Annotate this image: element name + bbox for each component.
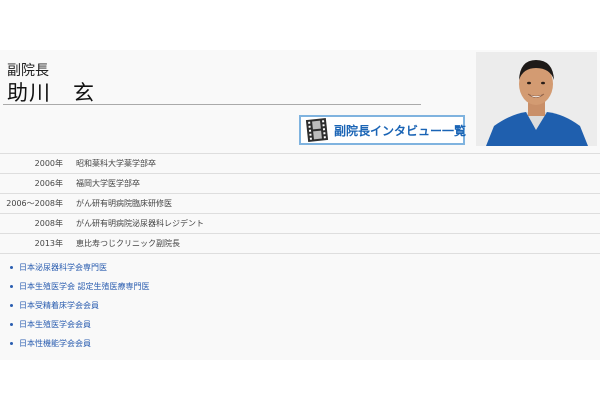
bullet-icon: [10, 304, 13, 307]
career-event: がん研有明病院泌尿器科レジデント: [76, 219, 204, 228]
interview-list-button[interactable]: 副院長インタビュー一覧: [299, 115, 467, 145]
doctor-photo: [476, 52, 597, 146]
career-event: 昭和薬科大学薬学部卒: [76, 159, 156, 168]
interview-list-label: 副院長インタビュー一覧: [334, 123, 467, 138]
qualification-text: 日本生殖医学会 認定生殖医療専門医: [19, 282, 150, 291]
qualification-list: 日本泌尿器科学会専門医 日本生殖医学会 認定生殖医療専門医 日本受精着床学会会員…: [10, 258, 150, 353]
career-year: 2008年: [34, 219, 63, 228]
qualification-text: 日本性機能学会会員: [19, 339, 91, 348]
table-row: 2008年 がん研有明病院泌尿器科レジデント: [0, 213, 600, 233]
qualification-text: 日本受精着床学会会員: [19, 301, 99, 310]
name-divider: [3, 104, 421, 105]
qualification-text: 日本生殖医学会会員: [19, 320, 91, 329]
list-item: 日本生殖医学会 認定生殖医療専門医: [10, 277, 150, 296]
table-row: 2006～2008年 がん研有明病院臨床研修医: [0, 193, 600, 213]
career-table: 2000年 昭和薬科大学薬学部卒 2006年 福岡大学医学部卒 2006～200…: [0, 153, 600, 254]
table-row: 2000年 昭和薬科大学薬学部卒: [0, 153, 600, 173]
bullet-icon: [10, 266, 13, 269]
career-year: 2006～2008年: [6, 199, 63, 208]
film-strip-icon: [305, 118, 329, 142]
career-event: 恵比寿つじクリニック副院長: [76, 239, 180, 248]
list-item: 日本受精着床学会会員: [10, 296, 150, 315]
bullet-icon: [10, 285, 13, 288]
list-item: 日本生殖医学会会員: [10, 315, 150, 334]
career-year: 2000年: [34, 159, 63, 168]
list-item: 日本性機能学会会員: [10, 334, 150, 353]
list-item: 日本泌尿器科学会専門医: [10, 258, 150, 277]
career-event: 福岡大学医学部卒: [76, 179, 140, 188]
bullet-icon: [10, 342, 13, 345]
table-row: 2013年 恵比寿つじクリニック副院長: [0, 233, 600, 254]
doctor-name: 助川 玄: [7, 81, 95, 105]
bullet-icon: [10, 323, 13, 326]
career-year: 2013年: [34, 239, 63, 248]
career-year: 2006年: [34, 179, 63, 188]
qualification-text: 日本泌尿器科学会専門医: [19, 263, 107, 272]
career-event: がん研有明病院臨床研修医: [76, 199, 172, 208]
table-row: 2006年 福岡大学医学部卒: [0, 173, 600, 193]
